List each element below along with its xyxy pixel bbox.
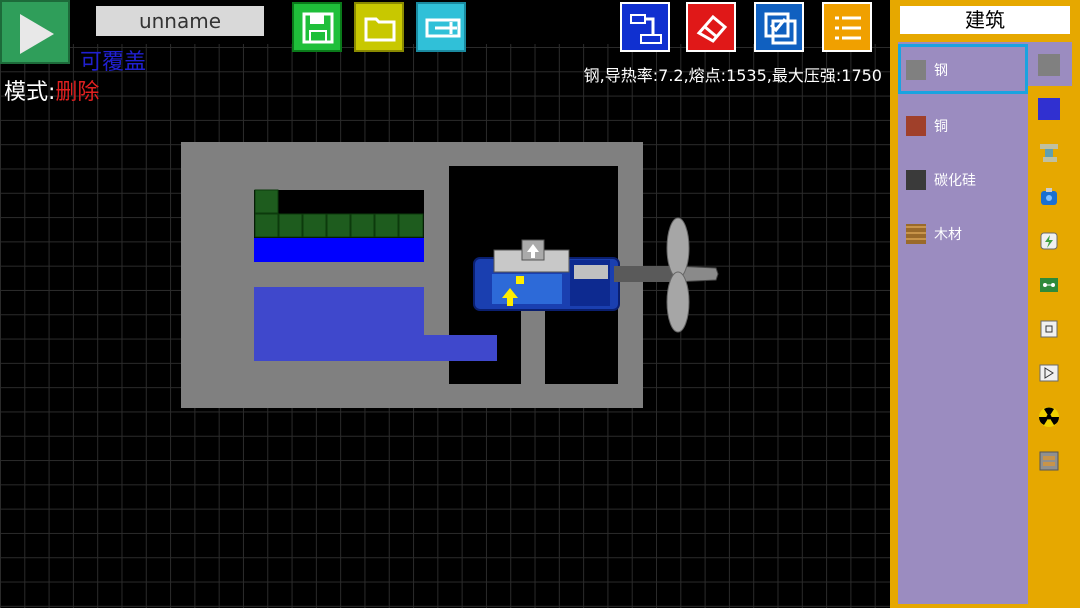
- logic-gate-category-icon[interactable]: [1038, 362, 1060, 384]
- folder-icon: [364, 17, 396, 42]
- category-column: [1028, 42, 1072, 482]
- block-category-icon[interactable]: [1038, 98, 1060, 120]
- build-panel: 建筑 钢 铜 碳化硅 木材: [890, 0, 1080, 608]
- cavity-bottom-right-2: [497, 310, 521, 360]
- play-button[interactable]: [0, 0, 70, 64]
- material-list: 钢 铜 碳化硅 木材: [898, 42, 1028, 604]
- power-category-icon[interactable]: [1038, 230, 1060, 252]
- add-block-icon: [425, 18, 461, 38]
- silicon-carbide-swatch: [906, 170, 926, 190]
- radiation-icon[interactable]: [1038, 406, 1060, 428]
- material-item-silicon-carbide[interactable]: 碳化硅: [898, 154, 1028, 204]
- mode-value: 删除: [55, 80, 100, 105]
- pipe-category-icon[interactable]: [1038, 142, 1060, 164]
- storage-category-icon[interactable]: [1038, 450, 1060, 472]
- pipe-icon: [630, 14, 662, 44]
- menu-icon: [835, 16, 861, 40]
- add-part-button[interactable]: [416, 2, 466, 52]
- open-button[interactable]: [354, 2, 404, 52]
- build-scene: [181, 142, 719, 408]
- material-category-icon[interactable]: [1038, 54, 1060, 76]
- checkbox-icon: [764, 12, 797, 45]
- material-item-copper[interactable]: 铜: [898, 100, 1028, 150]
- cavity-bottom-right: [521, 310, 545, 384]
- select-button[interactable]: [754, 2, 804, 52]
- tank-fill-2: [424, 335, 497, 361]
- circuit-category-icon[interactable]: [1038, 274, 1060, 296]
- mode-label: 模式:: [4, 80, 56, 105]
- sensor-category-icon[interactable]: [1038, 318, 1060, 340]
- material-item-steel[interactable]: 钢: [898, 44, 1028, 94]
- panel-title: 建筑: [900, 6, 1070, 34]
- material-label: 木材: [934, 227, 962, 243]
- material-item-wood[interactable]: 木材: [898, 208, 1028, 258]
- play-icon: [20, 14, 54, 54]
- steel-swatch: [906, 60, 926, 80]
- material-info: 钢,导热率:7.2,熔点:1535,最大压强:1750: [583, 66, 882, 85]
- mode-indicator: 模式:删除: [4, 74, 99, 106]
- engine-category-icon[interactable]: [1038, 186, 1060, 208]
- material-label: 钢: [934, 63, 948, 79]
- eraser-button[interactable]: [686, 2, 736, 52]
- copper-swatch: [906, 116, 926, 136]
- overwrite-toggle[interactable]: 可覆盖: [80, 44, 146, 76]
- save-icon: [302, 12, 334, 44]
- save-button[interactable]: [292, 2, 342, 52]
- eraser-icon: [696, 14, 728, 43]
- water-bar: [254, 238, 424, 262]
- material-label: 铜: [934, 119, 948, 135]
- wood-swatch: [906, 224, 926, 244]
- menu-button[interactable]: [822, 2, 872, 52]
- project-name-field[interactable]: unname: [96, 6, 264, 36]
- tank-fill: [254, 287, 424, 361]
- pipe-tool-button[interactable]: [620, 2, 670, 52]
- material-label: 碳化硅: [934, 173, 976, 189]
